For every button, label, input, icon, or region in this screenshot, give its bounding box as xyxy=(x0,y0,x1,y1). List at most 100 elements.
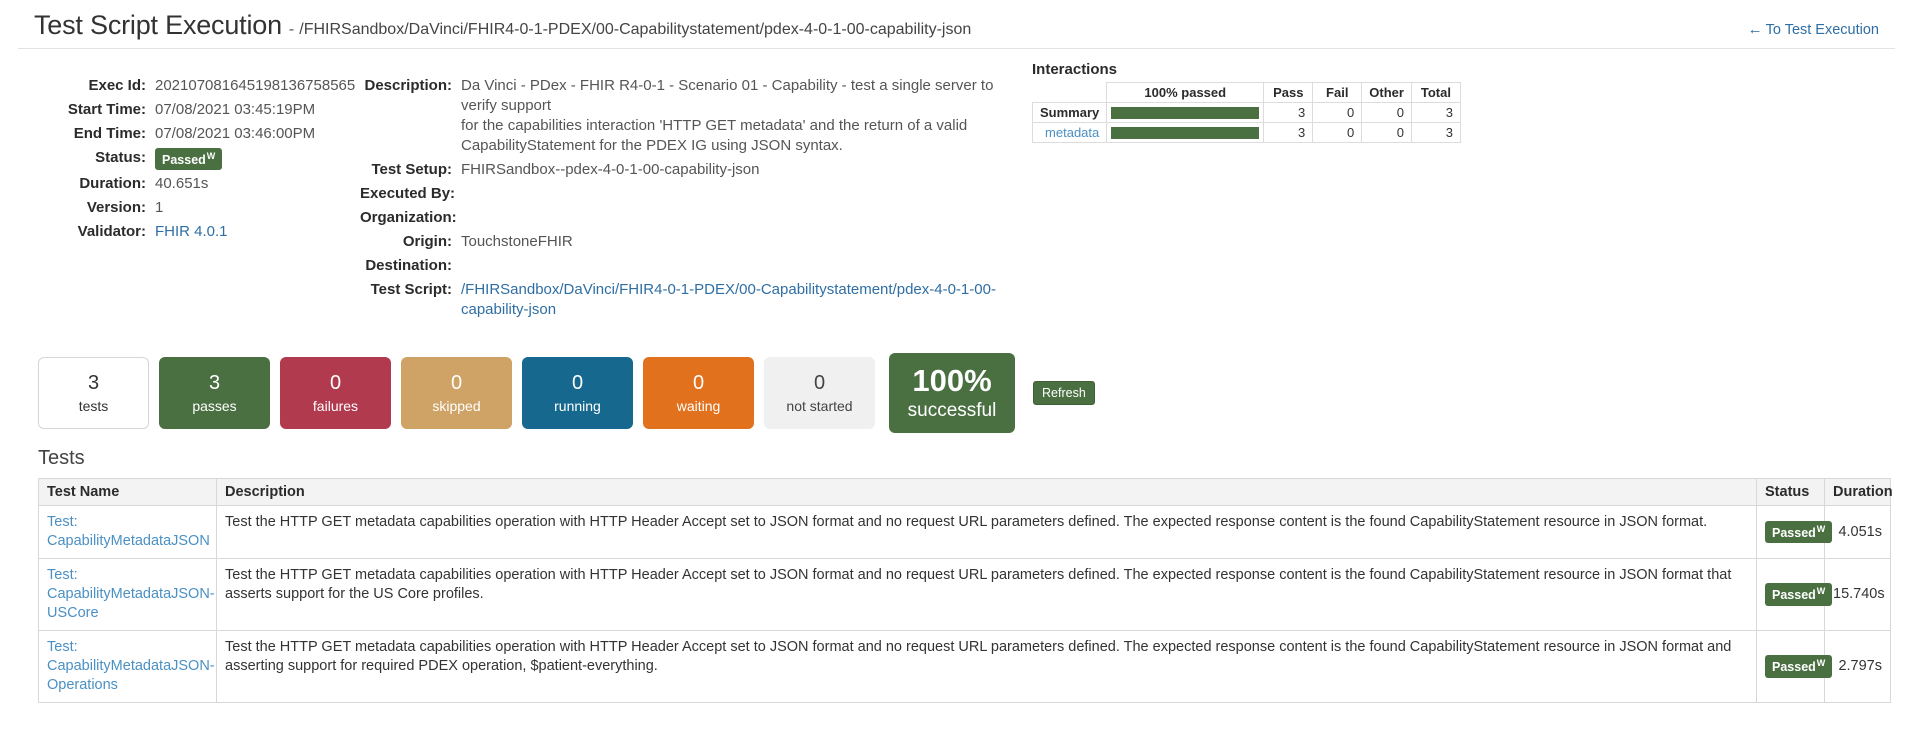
to-test-execution-label: To Test Execution xyxy=(1765,22,1879,38)
tests-col-header[interactable]: Duration xyxy=(1824,478,1893,506)
tests-heading: Tests xyxy=(38,447,85,469)
tests-table-head: Test Name Description Status Duration xyxy=(38,478,1893,506)
detail-label: Duration: xyxy=(79,175,146,193)
interactions-col-header: Fail xyxy=(1312,82,1363,103)
detail-label: Organization: xyxy=(360,209,457,226)
interactions-col-header: Total xyxy=(1410,82,1461,103)
description-line: CapabilityStatement for the PDEX IG usin… xyxy=(461,137,843,154)
detail-label: End Time: xyxy=(73,125,146,142)
status-badge: PassedW xyxy=(1765,655,1833,678)
interaction-total-count: 3 xyxy=(1410,122,1461,143)
detail-value xyxy=(461,184,1000,204)
pass-rate-bar-fill xyxy=(1111,126,1260,139)
tests-header-row: Test Name Description Status Duration xyxy=(38,478,1893,506)
interaction-other-count: 0 xyxy=(1361,122,1412,143)
test-name-link[interactable]: Test: CapabilityMetadataJSON-Operations xyxy=(47,639,215,693)
percent-label: successful xyxy=(907,400,997,421)
tests-table: Test Name Description Status Duration Test:… xyxy=(38,478,1893,703)
interactions-row: metadata 3 0 0 3 xyxy=(1031,122,1461,143)
details-left-list: Exec Id: 202107081645198136758565 Start Ti… xyxy=(36,76,355,242)
status-badge: PassedW xyxy=(1765,520,1833,544)
description-line: for the capabilities interaction 'HTTP G… xyxy=(461,117,968,134)
interaction-pass-count: 3 xyxy=(1263,102,1314,123)
stat-label: passes xyxy=(192,398,237,414)
stat-value: 0 xyxy=(692,372,705,394)
details-middle-list: Description: Da Vinci - PDex - FHIR R4-0-… xyxy=(360,76,1000,320)
stat-value: 0 xyxy=(329,372,342,394)
title-separator: - xyxy=(288,21,295,38)
stat-label: running xyxy=(554,398,601,414)
test-duration-cell: 4.051s xyxy=(1824,505,1891,559)
pass-rate-bar-track xyxy=(1111,126,1260,139)
interactions-table-head: 100% passed Pass Fail Other Total xyxy=(1032,82,1461,103)
stat-box-tests[interactable]: 3 tests xyxy=(38,357,149,429)
test-name-link[interactable]: Test: CapabilityMetadataJSON xyxy=(47,514,210,549)
page-header: Test Script Execution - /FHIRSandbox/DaV… xyxy=(0,0,1913,42)
test-name-link[interactable]: Test: CapabilityMetadataJSON-USCore xyxy=(47,567,215,621)
status-badge: PassedW xyxy=(1765,583,1833,606)
interactions-table: 100% passed Pass Fail Other Total Summary 3 0 0… xyxy=(1031,82,1461,143)
stat-box-passes[interactable]: 3 passes xyxy=(159,357,270,429)
status-badge-sup: W xyxy=(1816,658,1826,669)
status-badge: PassedW xyxy=(155,148,223,171)
test-duration-cell: 15.740s xyxy=(1824,558,1891,631)
stat-box-not-started[interactable]: 0 not started xyxy=(764,357,875,429)
stat-box-failures[interactable]: 0 failures xyxy=(280,357,391,429)
interactions-col-header: Pass xyxy=(1263,82,1314,103)
to-test-execution-link[interactable]: ← To Test Execution xyxy=(1748,21,1879,38)
stat-box-waiting[interactable]: 0 waiting xyxy=(643,357,754,429)
interaction-total-count: 3 xyxy=(1410,102,1461,123)
stat-value: 3 xyxy=(87,372,100,394)
pass-rate-bar-cell xyxy=(1106,122,1265,143)
interaction-other-count: 0 xyxy=(1361,102,1412,123)
detail-value: FHIRSandbox--pdex-4-0-1-00-capability-js… xyxy=(461,161,760,178)
detail-label: Test Setup: xyxy=(371,161,452,178)
details-middle-column: Description: Da Vinci - PDex - FHIR R4-0-… xyxy=(300,61,1000,335)
interactions-table-body: Summary 3 0 0 3 metadata 3 0 0 3 xyxy=(1031,102,1461,143)
pass-rate-bar-cell xyxy=(1106,102,1265,123)
interactions-col-header: 100% passed xyxy=(1106,82,1265,103)
test-status-cell: PassedW xyxy=(1756,558,1833,631)
stat-label: tests xyxy=(78,398,109,414)
back-arrow-icon: ← xyxy=(1747,21,1763,38)
interaction-fail-count: 0 xyxy=(1312,122,1363,143)
table-row: Test: CapabilityMetadataJSON-USCore Test … xyxy=(38,558,1891,631)
detail-label: Origin: xyxy=(402,233,452,250)
detail-value[interactable]: /FHIRSandbox/DaVinci/FHIR4-0-1-PDEX/00-C… xyxy=(461,280,1000,320)
tests-col-header[interactable]: Test Name xyxy=(38,478,217,506)
table-row: Test: CapabilityMetadataJSON-Operations T… xyxy=(38,630,1891,703)
status-badge-sup: W xyxy=(1816,523,1826,534)
interaction-pass-count: 3 xyxy=(1263,122,1314,143)
stat-box-skipped[interactable]: 0 skipped xyxy=(401,357,512,429)
stat-value: 0 xyxy=(571,372,584,394)
test-name-cell: Test: CapabilityMetadataJSON-USCore xyxy=(38,558,217,631)
percent-value: 100% xyxy=(912,363,992,398)
stat-value: 0 xyxy=(813,372,826,394)
stat-box-running[interactable]: 0 running xyxy=(522,357,633,429)
tests-col-header[interactable]: Description xyxy=(216,478,1757,506)
refresh-button[interactable]: Refresh xyxy=(1033,381,1095,405)
detail-label: Start Time: xyxy=(67,101,146,118)
interactions-header-row: 100% passed Pass Fail Other Total xyxy=(1032,82,1461,103)
interaction-row-link[interactable]: metadata xyxy=(1031,122,1108,143)
tests-col-header[interactable]: Status xyxy=(1756,478,1825,506)
test-description-cell: Test the HTTP GET metadata capabilities … xyxy=(216,630,1757,703)
detail-label: Status: xyxy=(95,149,146,166)
tests-table-body: Test: CapabilityMetadataJSON Test the HTT… xyxy=(38,505,1891,703)
stat-label: skipped xyxy=(432,398,481,414)
detail-value xyxy=(461,256,1000,276)
detail-label: Validator: xyxy=(77,223,146,241)
percent-successful-box: 100% successful xyxy=(889,353,1015,433)
interactions-panel: Interactions 100% passed Pass Fail Other Tot… xyxy=(1000,61,1461,143)
status-badge-sup: W xyxy=(1816,586,1826,597)
interaction-row-label: Summary xyxy=(1031,102,1108,123)
table-row: Test: CapabilityMetadataJSON Test the HTT… xyxy=(38,505,1891,559)
description-value: Da Vinci - PDex - FHIR R4-0-1 - Scenario… xyxy=(461,76,1000,156)
execution-details: Exec Id: 202107081645198136758565 Start Ti… xyxy=(0,49,1913,335)
summary-stats-row: 3 tests 3 passes 0 failures 0 skipped 0 running 0 w… xyxy=(0,335,1913,433)
detail-label: Description: xyxy=(364,77,452,94)
test-description-cell: Test the HTTP GET metadata capabilities … xyxy=(216,558,1757,631)
interaction-fail-count: 0 xyxy=(1312,102,1363,123)
description-line: Da Vinci - PDex - FHIR R4-0-1 - Scenario… xyxy=(461,77,994,114)
interactions-col-blank xyxy=(1032,82,1108,103)
